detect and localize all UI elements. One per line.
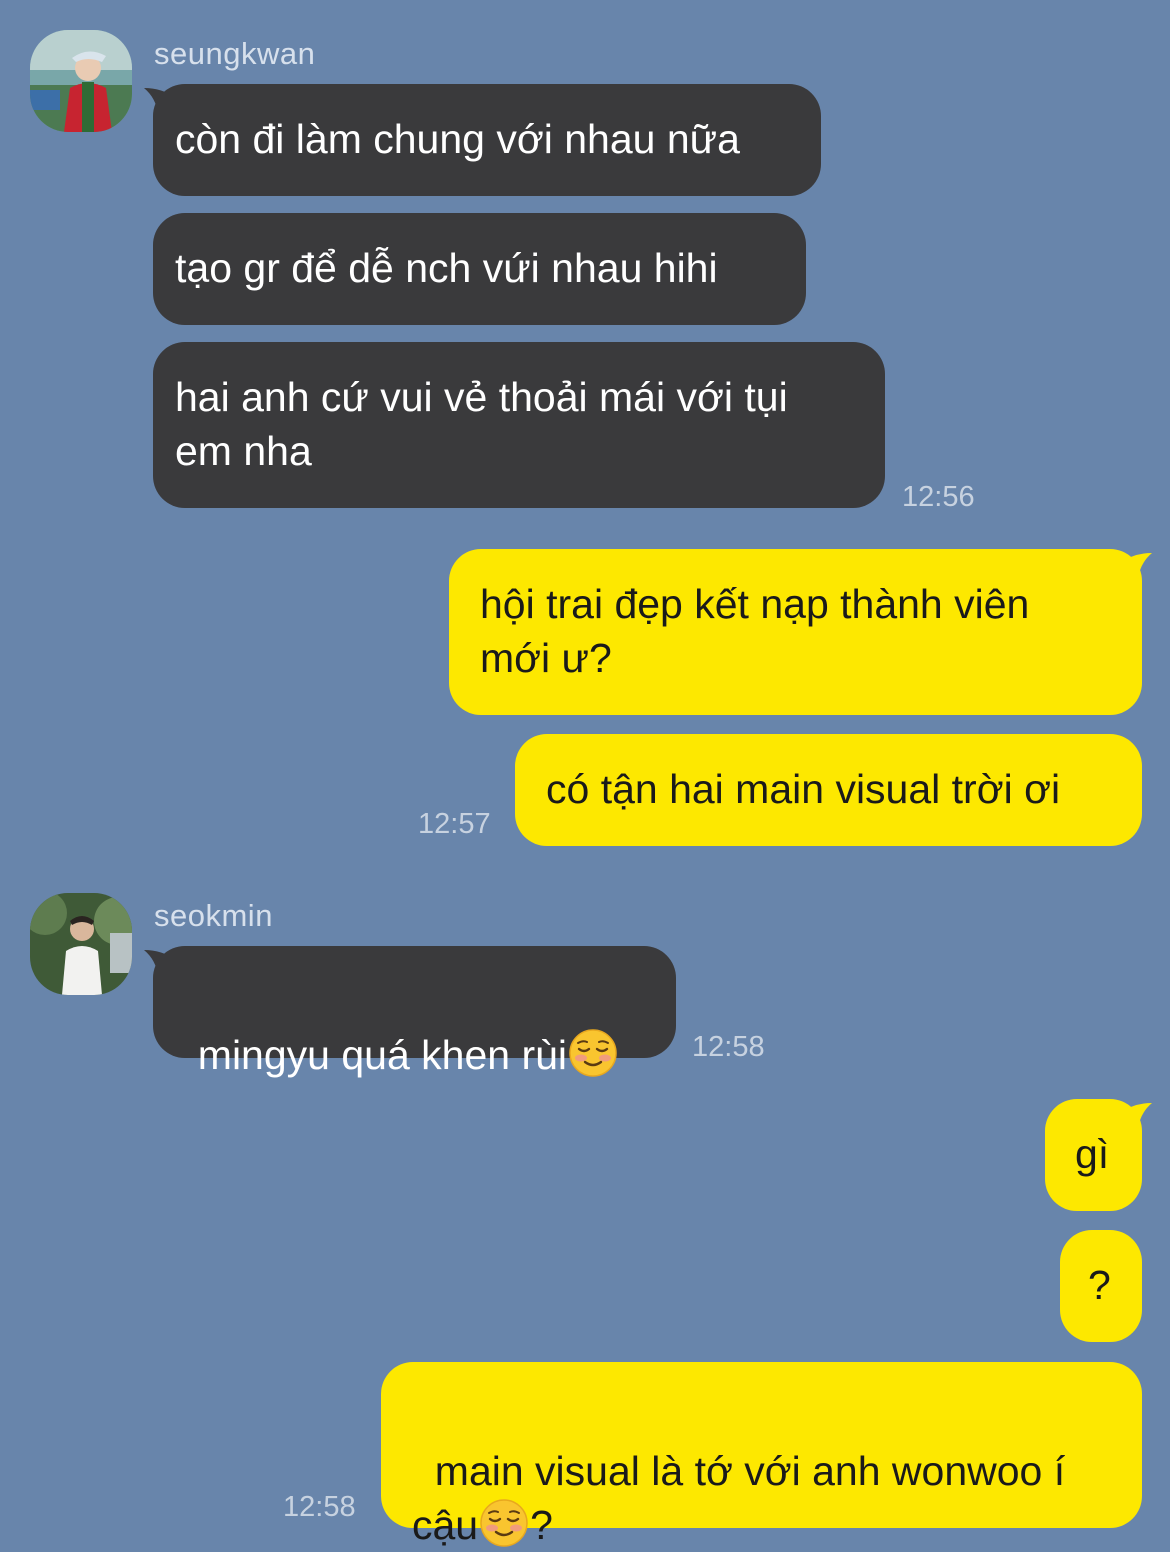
message-bubble[interactable]: có tận hai main visual trời ơi bbox=[515, 734, 1142, 846]
message-bubble[interactable]: main visual là tớ với anh wonwoo í cậu ? bbox=[381, 1362, 1142, 1548]
avatar-photo bbox=[30, 30, 132, 132]
message-bubble[interactable]: hai anh cứ vui vẻ thoải mái với tụi em n… bbox=[153, 342, 885, 508]
message-bubble[interactable]: gì bbox=[1045, 1099, 1142, 1211]
avatar-photo bbox=[30, 893, 132, 995]
avatar-seokmin[interactable] bbox=[30, 893, 132, 995]
smiling-blush-emoji-icon bbox=[480, 1499, 528, 1547]
message-timestamp: 12:58 bbox=[283, 1491, 356, 1523]
message-bubble[interactable]: hội trai đẹp kết nạp thành viên mới ư? bbox=[449, 549, 1142, 715]
message-bubble[interactable]: mingyu quá khen rùi bbox=[153, 946, 676, 1078]
message-bubble[interactable]: tạo gr để dễ nch vứi nhau hihi bbox=[153, 213, 806, 325]
message-text: ? bbox=[530, 1502, 553, 1548]
smiling-blush-emoji-icon bbox=[569, 1029, 617, 1077]
message-timestamp: 12:56 bbox=[902, 481, 975, 513]
avatar-seungkwan[interactable] bbox=[30, 30, 132, 132]
message-text: mingyu quá khen rùi bbox=[197, 1032, 568, 1078]
message-bubble[interactable]: còn đi làm chung với nhau nữa bbox=[153, 84, 821, 196]
message-bubble[interactable]: ? bbox=[1060, 1230, 1142, 1342]
message-timestamp: 12:57 bbox=[418, 808, 491, 840]
sender-name: seokmin bbox=[154, 898, 273, 933]
message-timestamp: 12:58 bbox=[692, 1031, 765, 1063]
sender-name: seungkwan bbox=[154, 36, 316, 71]
